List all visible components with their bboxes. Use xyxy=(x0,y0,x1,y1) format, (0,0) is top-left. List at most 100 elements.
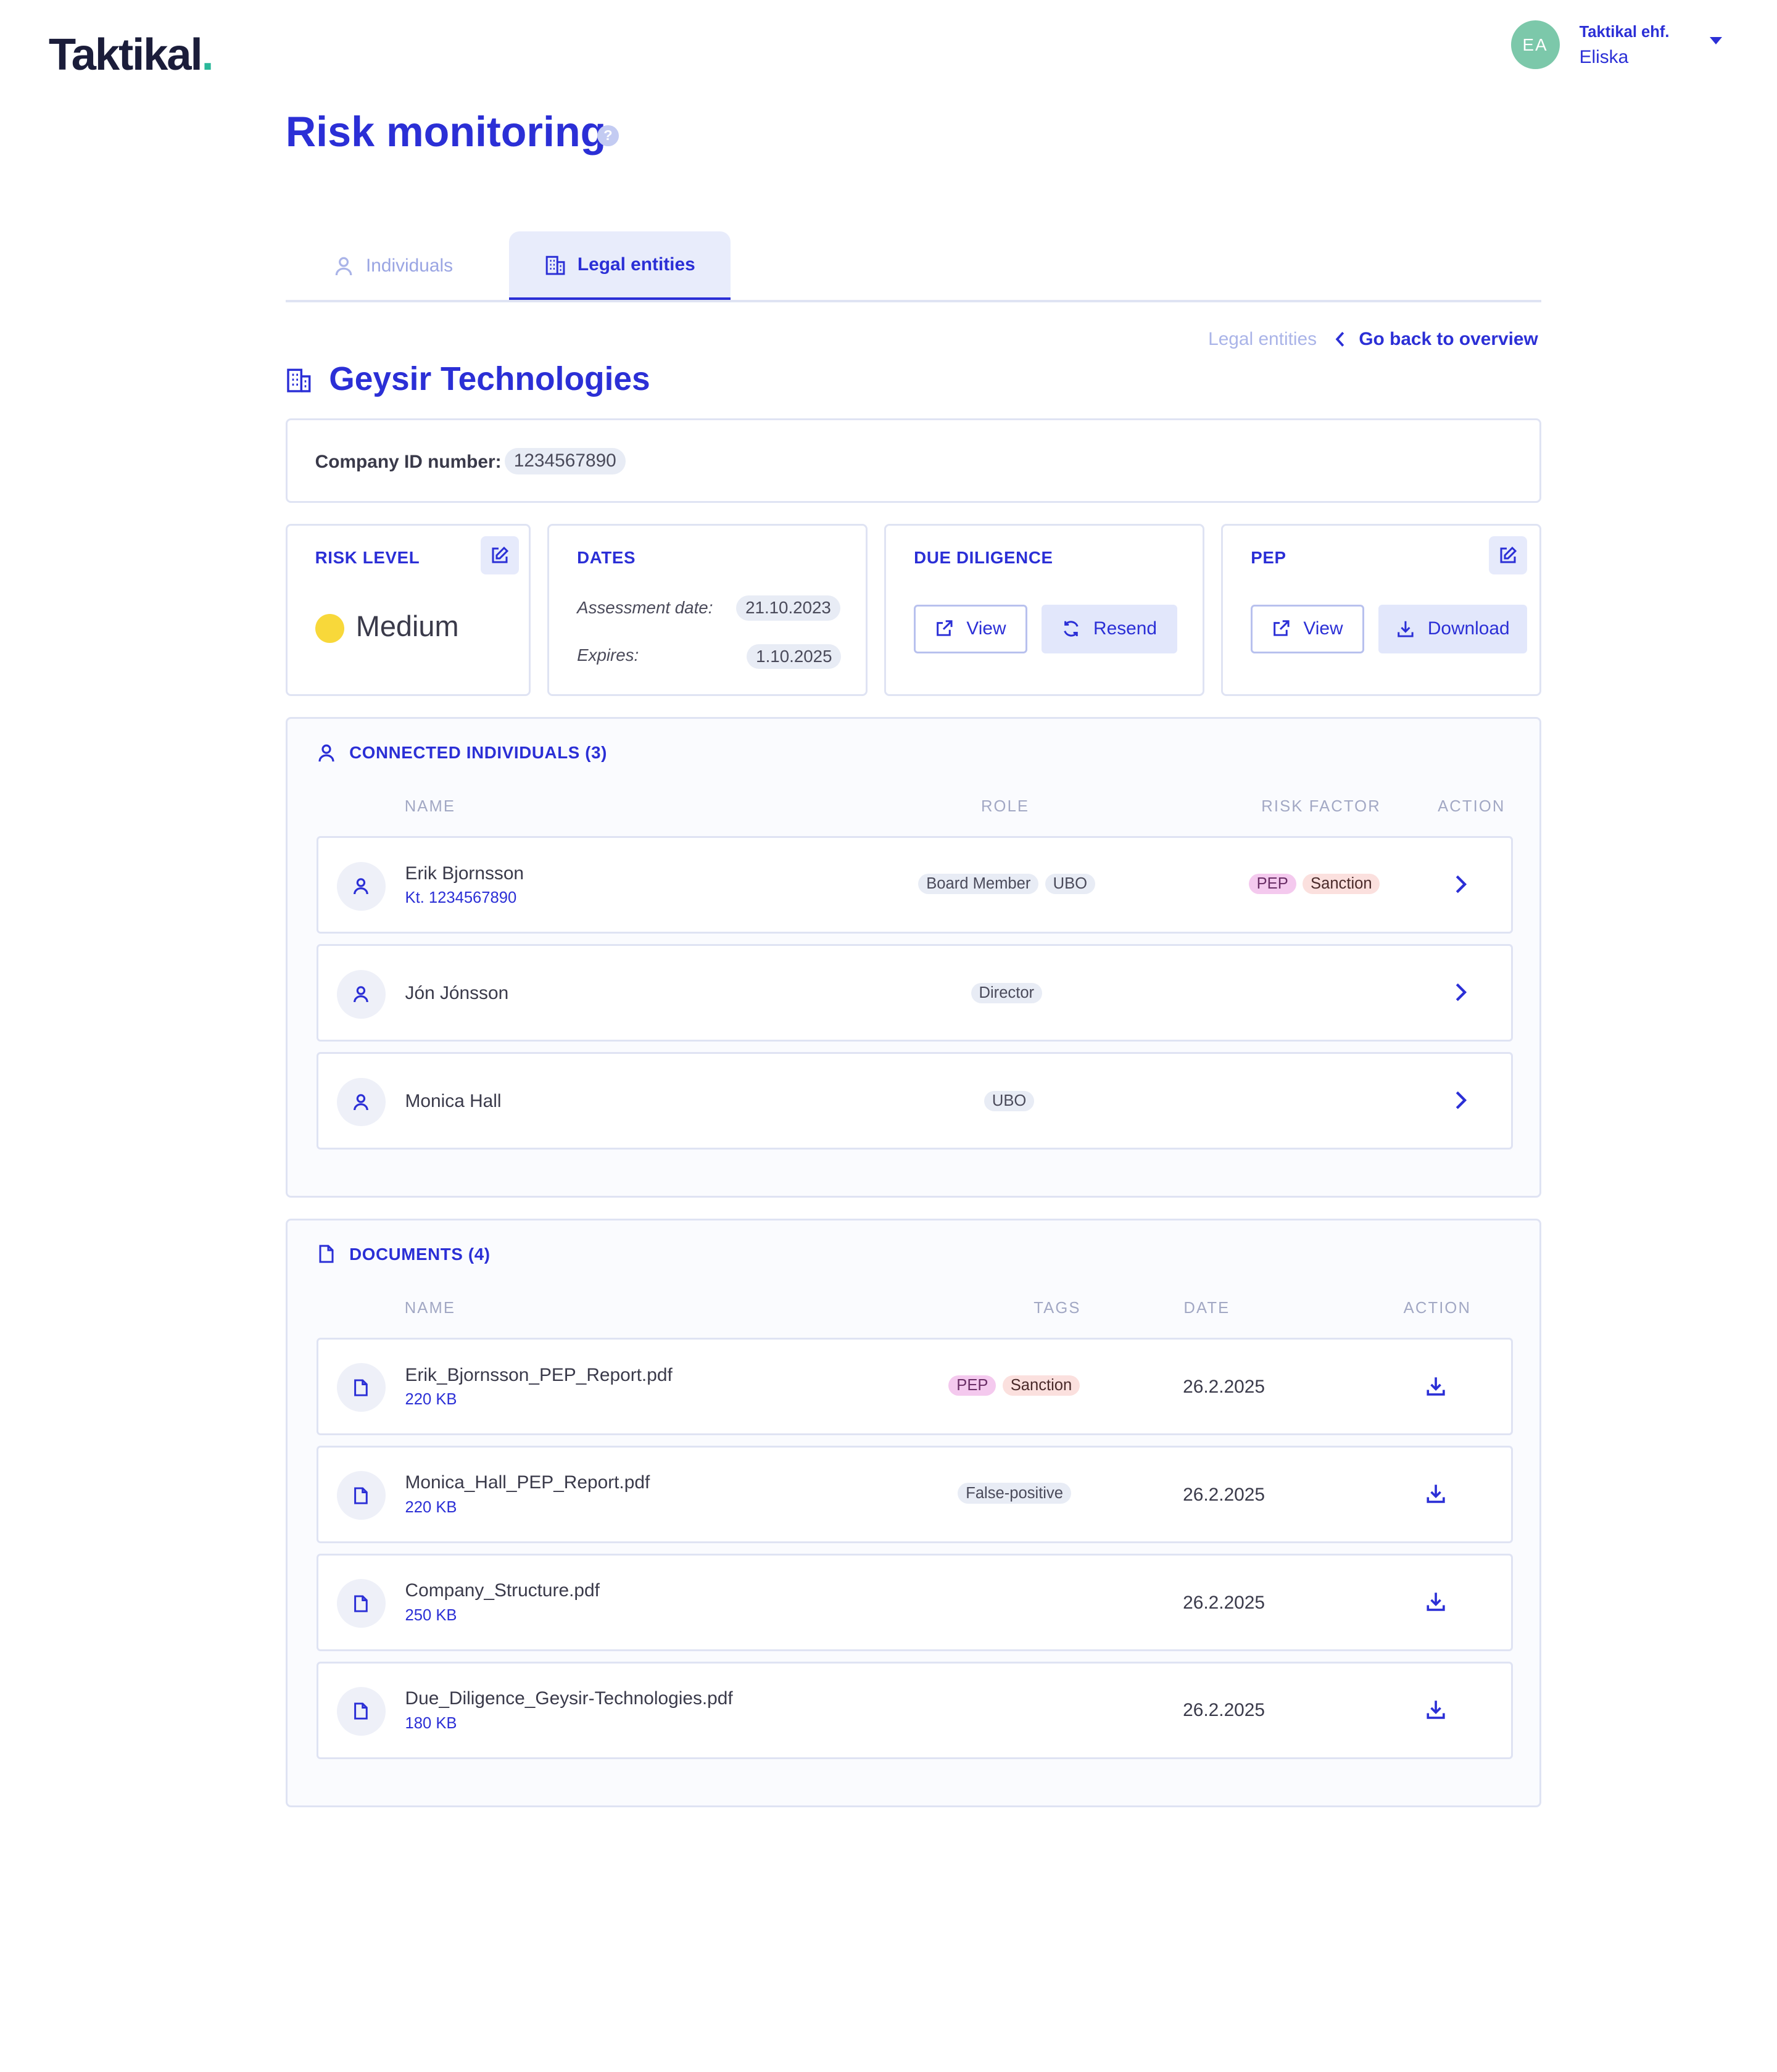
table-row[interactable]: Monica Hall UBO xyxy=(316,1052,1513,1150)
documents-title: DOCUMENTS (4) xyxy=(349,1244,491,1264)
column-header-action: ACTION xyxy=(1403,1299,1472,1317)
download-icon[interactable] xyxy=(1425,1375,1446,1396)
document-size: 250 KB xyxy=(405,1606,457,1624)
role-tag: Director xyxy=(971,982,1042,1004)
document-date: 26.2.2025 xyxy=(1183,1592,1265,1613)
table-row[interactable]: Monica_Hall_PEP_Report.pdf 220 KB False-… xyxy=(316,1445,1513,1543)
edit-risk-button[interactable] xyxy=(481,536,520,574)
assessment-date-value: 21.10.2023 xyxy=(736,595,840,621)
table-row[interactable]: Erik_Bjornsson_PEP_Report.pdf 220 KB PEP… xyxy=(316,1337,1513,1435)
company-id-card: Company ID number: 1234567890 xyxy=(285,418,1541,503)
user-name: Eliska xyxy=(1579,46,1629,67)
file-icon xyxy=(354,1379,368,1396)
taktikal-logo[interactable]: Taktikal. xyxy=(49,29,214,80)
external-link-icon xyxy=(1274,620,1290,637)
tab-legal-entities[interactable]: Legal entities xyxy=(509,231,731,300)
document-name: Due_Diligence_Geysir-Technologies.pdf xyxy=(405,1688,733,1709)
dd-view-button[interactable]: View xyxy=(914,604,1027,653)
column-header-name: NAME xyxy=(404,1299,456,1317)
dates-card: DATES Assessment date: 21.10.2023 Expire… xyxy=(547,523,868,697)
role-tag: Board Member xyxy=(918,873,1039,895)
document-size: 220 KB xyxy=(405,1391,457,1409)
download-icon[interactable] xyxy=(1425,1483,1446,1504)
role-tags: UBO xyxy=(984,1090,1035,1112)
building-icon xyxy=(545,255,565,275)
button-label: View xyxy=(1303,618,1343,639)
pep-download-button[interactable]: Download xyxy=(1378,604,1528,653)
connected-individuals-title: CONNECTED INDIVIDUALS (3) xyxy=(349,742,608,762)
back-to-overview-link[interactable]: Go back to overview xyxy=(1335,329,1538,350)
individual-kt: Kt. 1234567890 xyxy=(405,889,517,907)
button-label: Resend xyxy=(1093,618,1157,639)
dates-title: DATES xyxy=(577,548,636,568)
external-link-icon xyxy=(937,620,953,637)
chevron-right-icon[interactable] xyxy=(1454,1090,1467,1111)
edit-icon xyxy=(1500,546,1517,563)
column-header-tags: TAGS xyxy=(1033,1299,1081,1317)
person-avatar-icon xyxy=(336,969,386,1019)
individual-name: Jón Jónsson xyxy=(405,982,509,1003)
risk-level-title: RISK LEVEL xyxy=(315,548,420,568)
individual-name: Monica Hall xyxy=(405,1090,502,1111)
back-label: Go back to overview xyxy=(1359,329,1538,350)
building-icon xyxy=(287,368,311,392)
documents-card: DOCUMENTS (4) NAME TAGS DATE ACTION Erik… xyxy=(285,1219,1541,1807)
file-icon xyxy=(354,1487,368,1504)
download-icon xyxy=(1397,621,1414,637)
tab-label: Legal entities xyxy=(577,254,695,275)
entity-name: Geysir Technologies xyxy=(329,361,650,398)
person-avatar-icon xyxy=(336,861,386,911)
chevron-right-icon[interactable] xyxy=(1454,982,1467,1003)
expires-value: 1.10.2025 xyxy=(747,644,842,669)
risk-tag-sanction: Sanction xyxy=(1303,873,1380,895)
edit-pep-button[interactable] xyxy=(1489,536,1528,574)
breadcrumb-legal-entities[interactable]: Legal entities xyxy=(1208,329,1317,350)
table-row[interactable]: Erik Bjornsson Kt. 1234567890 Board Memb… xyxy=(316,836,1513,934)
document-avatar-icon xyxy=(336,1687,386,1736)
pep-view-button[interactable]: View xyxy=(1251,604,1364,653)
table-row[interactable]: Company_Structure.pdf 250 KB 26.2.2025 xyxy=(316,1553,1513,1651)
page-title: Risk monitoring xyxy=(285,108,607,155)
role-tags: Director xyxy=(971,982,1042,1004)
risk-indicator xyxy=(315,613,344,643)
user-menu[interactable]: EA Taktikal ehf. Eliska xyxy=(1510,20,1670,70)
person-icon xyxy=(318,744,334,762)
person-icon xyxy=(335,257,352,275)
document-date: 26.2.2025 xyxy=(1183,1376,1265,1397)
download-icon[interactable] xyxy=(1425,1591,1446,1612)
table-row[interactable]: Due_Diligence_Geysir-Technologies.pdf 18… xyxy=(316,1661,1513,1759)
download-icon[interactable] xyxy=(1425,1699,1446,1720)
company-id-label: Company ID number: xyxy=(315,452,502,473)
role-tag: UBO xyxy=(1045,873,1095,895)
file-icon xyxy=(354,1702,368,1720)
entity-title: Geysir Technologies xyxy=(286,360,650,398)
tag-false-positive: False-positive xyxy=(958,1483,1071,1504)
breadcrumb: Legal entities Go back to overview xyxy=(1208,329,1538,350)
role-tag: UBO xyxy=(984,1090,1035,1112)
table-row[interactable]: Jón Jónsson Director xyxy=(316,944,1513,1042)
document-avatar-icon xyxy=(336,1579,386,1628)
document-avatar-icon xyxy=(336,1471,386,1520)
chevron-down-icon[interactable] xyxy=(1709,36,1722,44)
due-diligence-title: DUE DILIGENCE xyxy=(914,548,1053,568)
documents-header: DOCUMENTS (4) xyxy=(317,1243,491,1265)
tab-individuals[interactable]: Individuals xyxy=(333,231,453,300)
help-icon[interactable]: ? xyxy=(597,125,619,146)
refresh-icon xyxy=(1064,621,1079,637)
chevron-right-icon[interactable] xyxy=(1454,874,1467,895)
document-avatar-icon xyxy=(336,1363,386,1412)
button-label: View xyxy=(966,618,1006,639)
person-icon xyxy=(354,878,368,895)
page: Taktikal. EA Taktikal ehf. Eliska Risk m… xyxy=(0,0,1777,2071)
avatar[interactable]: EA xyxy=(1510,20,1560,69)
connected-individuals-card: CONNECTED INDIVIDUALS (3) NAME ROLE RISK… xyxy=(285,717,1541,1198)
due-diligence-card: DUE DILIGENCE View Resend xyxy=(884,523,1204,697)
document-size: 180 KB xyxy=(405,1714,457,1732)
tag-sanction: Sanction xyxy=(1002,1375,1080,1396)
dd-resend-button[interactable]: Resend xyxy=(1042,604,1177,653)
individual-name: Erik Bjornsson xyxy=(405,863,524,884)
risk-level-value: Medium xyxy=(355,610,459,643)
user-org: Taktikal ehf. xyxy=(1579,23,1670,41)
column-header-date: DATE xyxy=(1183,1299,1230,1317)
document-size: 220 KB xyxy=(405,1499,457,1517)
